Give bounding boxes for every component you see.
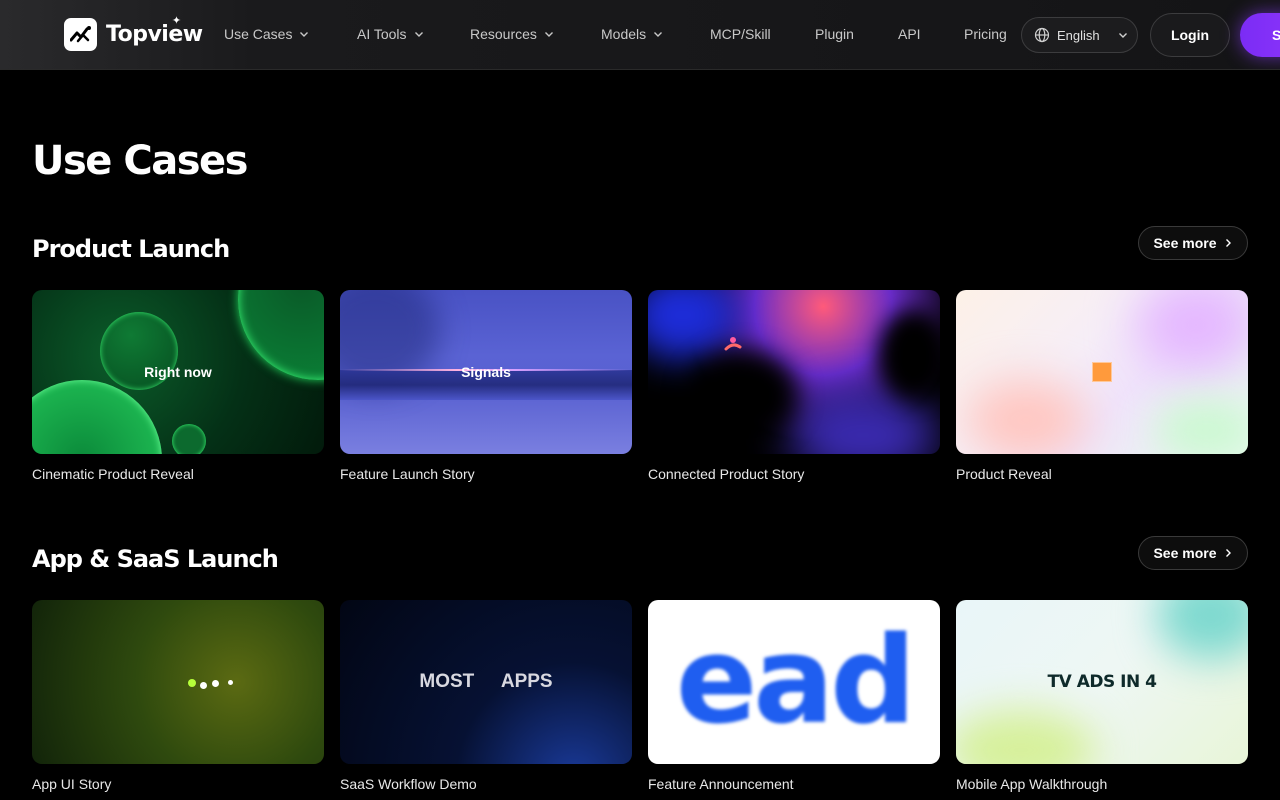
nav-item-plugin[interactable]: Plugin bbox=[815, 26, 854, 42]
figure-icon bbox=[724, 337, 742, 351]
card-label: SaaS Workflow Demo bbox=[340, 776, 477, 792]
card-thumbnail: Signals bbox=[340, 290, 632, 454]
nav-item-models[interactable]: Models bbox=[601, 26, 664, 42]
chevron-down-icon bbox=[300, 32, 309, 37]
section-title-app-saas-launch: App & SaaS Launch bbox=[32, 545, 279, 573]
use-case-card[interactable]: Signals Feature Launch Story bbox=[340, 290, 632, 482]
card-overlay-text: TV ADS IN 4 bbox=[1047, 672, 1157, 692]
login-button[interactable]: Login bbox=[1150, 13, 1230, 57]
nav-item-label: Pricing bbox=[964, 26, 1007, 42]
use-case-card[interactable]: Connected Product Story bbox=[648, 290, 940, 482]
nav-item-label: Use Cases bbox=[224, 26, 293, 42]
see-more-button-app-saas-launch[interactable]: See more bbox=[1138, 536, 1248, 570]
nav-item-label: MCP/Skill bbox=[710, 26, 771, 42]
nav-item-use-cases[interactable]: Use Cases bbox=[224, 26, 310, 42]
chevron-down-icon bbox=[654, 32, 663, 37]
card-thumbnail bbox=[956, 290, 1248, 454]
brand-logo[interactable]: Topview ✦ bbox=[64, 13, 203, 51]
language-selector[interactable]: English bbox=[1021, 17, 1138, 53]
nav-item-ai-tools[interactable]: AI Tools bbox=[357, 26, 425, 42]
chevron-down-icon bbox=[1118, 33, 1127, 38]
card-thumbnail: TV ADS IN 4 bbox=[956, 600, 1248, 764]
nav-item-mcp-skill[interactable]: MCP/Skill bbox=[710, 26, 771, 42]
use-case-card[interactable]: ead Feature Announcement bbox=[648, 600, 940, 792]
chevron-right-icon bbox=[1225, 549, 1231, 557]
chevron-down-icon bbox=[544, 32, 553, 37]
card-thumbnail bbox=[32, 600, 324, 764]
card-label: Feature Announcement bbox=[648, 776, 794, 792]
card-overlay-text: ead bbox=[675, 612, 916, 751]
use-case-card[interactable]: Product Reveal bbox=[956, 290, 1248, 482]
card-thumbnail bbox=[648, 290, 940, 454]
signup-button[interactable]: Sign up bbox=[1240, 13, 1280, 57]
sparkle-icon: ✦ bbox=[171, 13, 181, 27]
language-label: English bbox=[1057, 27, 1100, 43]
card-thumbnail: MOST APPS bbox=[340, 600, 632, 764]
section-title-product-launch: Product Launch bbox=[32, 235, 230, 263]
card-label: App UI Story bbox=[32, 776, 112, 792]
card-label: Feature Launch Story bbox=[340, 466, 475, 482]
card-thumbnail: ead bbox=[648, 600, 940, 764]
nav-item-label: API bbox=[898, 26, 921, 42]
card-overlay-text: Signals bbox=[461, 364, 511, 380]
nav-item-label: Plugin bbox=[815, 26, 854, 42]
see-more-label: See more bbox=[1153, 235, 1217, 251]
see-more-button-product-launch[interactable]: See more bbox=[1138, 226, 1248, 260]
card-overlay-text: Right now bbox=[144, 364, 212, 380]
nav-item-label: Resources bbox=[470, 26, 537, 42]
page-title: Use Cases bbox=[32, 138, 248, 184]
use-case-card[interactable]: MOST APPS SaaS Workflow Demo bbox=[340, 600, 632, 792]
card-overlay-text: MOST APPS bbox=[419, 671, 553, 692]
nav-item-resources[interactable]: Resources bbox=[470, 26, 555, 42]
card-label: Cinematic Product Reveal bbox=[32, 466, 194, 482]
orange-square bbox=[1092, 362, 1112, 382]
topview-logo-icon bbox=[64, 17, 97, 51]
chevron-right-icon bbox=[1225, 239, 1231, 247]
card-thumbnail: Right now bbox=[32, 290, 324, 454]
card-label: Mobile App Walkthrough bbox=[956, 776, 1108, 792]
top-nav-bar: Topview ✦ Use Cases AI Tools Resources Mo… bbox=[0, 0, 1280, 70]
brand-name: Topview ✦ bbox=[106, 13, 203, 47]
nav-item-label: Models bbox=[601, 26, 647, 42]
nav-item-api[interactable]: API bbox=[898, 26, 921, 42]
chevron-down-icon bbox=[414, 32, 423, 37]
card-label: Connected Product Story bbox=[648, 466, 805, 482]
globe-icon bbox=[1034, 27, 1050, 43]
see-more-label: See more bbox=[1153, 545, 1217, 561]
nav-item-label: AI Tools bbox=[357, 26, 407, 42]
card-label: Product Reveal bbox=[956, 466, 1052, 482]
use-case-card[interactable]: Right now Cinematic Product Reveal bbox=[32, 290, 324, 482]
use-case-card[interactable]: TV ADS IN 4 Mobile App Walkthrough bbox=[956, 600, 1248, 792]
nav-item-pricing[interactable]: Pricing bbox=[964, 26, 1007, 42]
use-case-card[interactable]: App UI Story bbox=[32, 600, 324, 792]
